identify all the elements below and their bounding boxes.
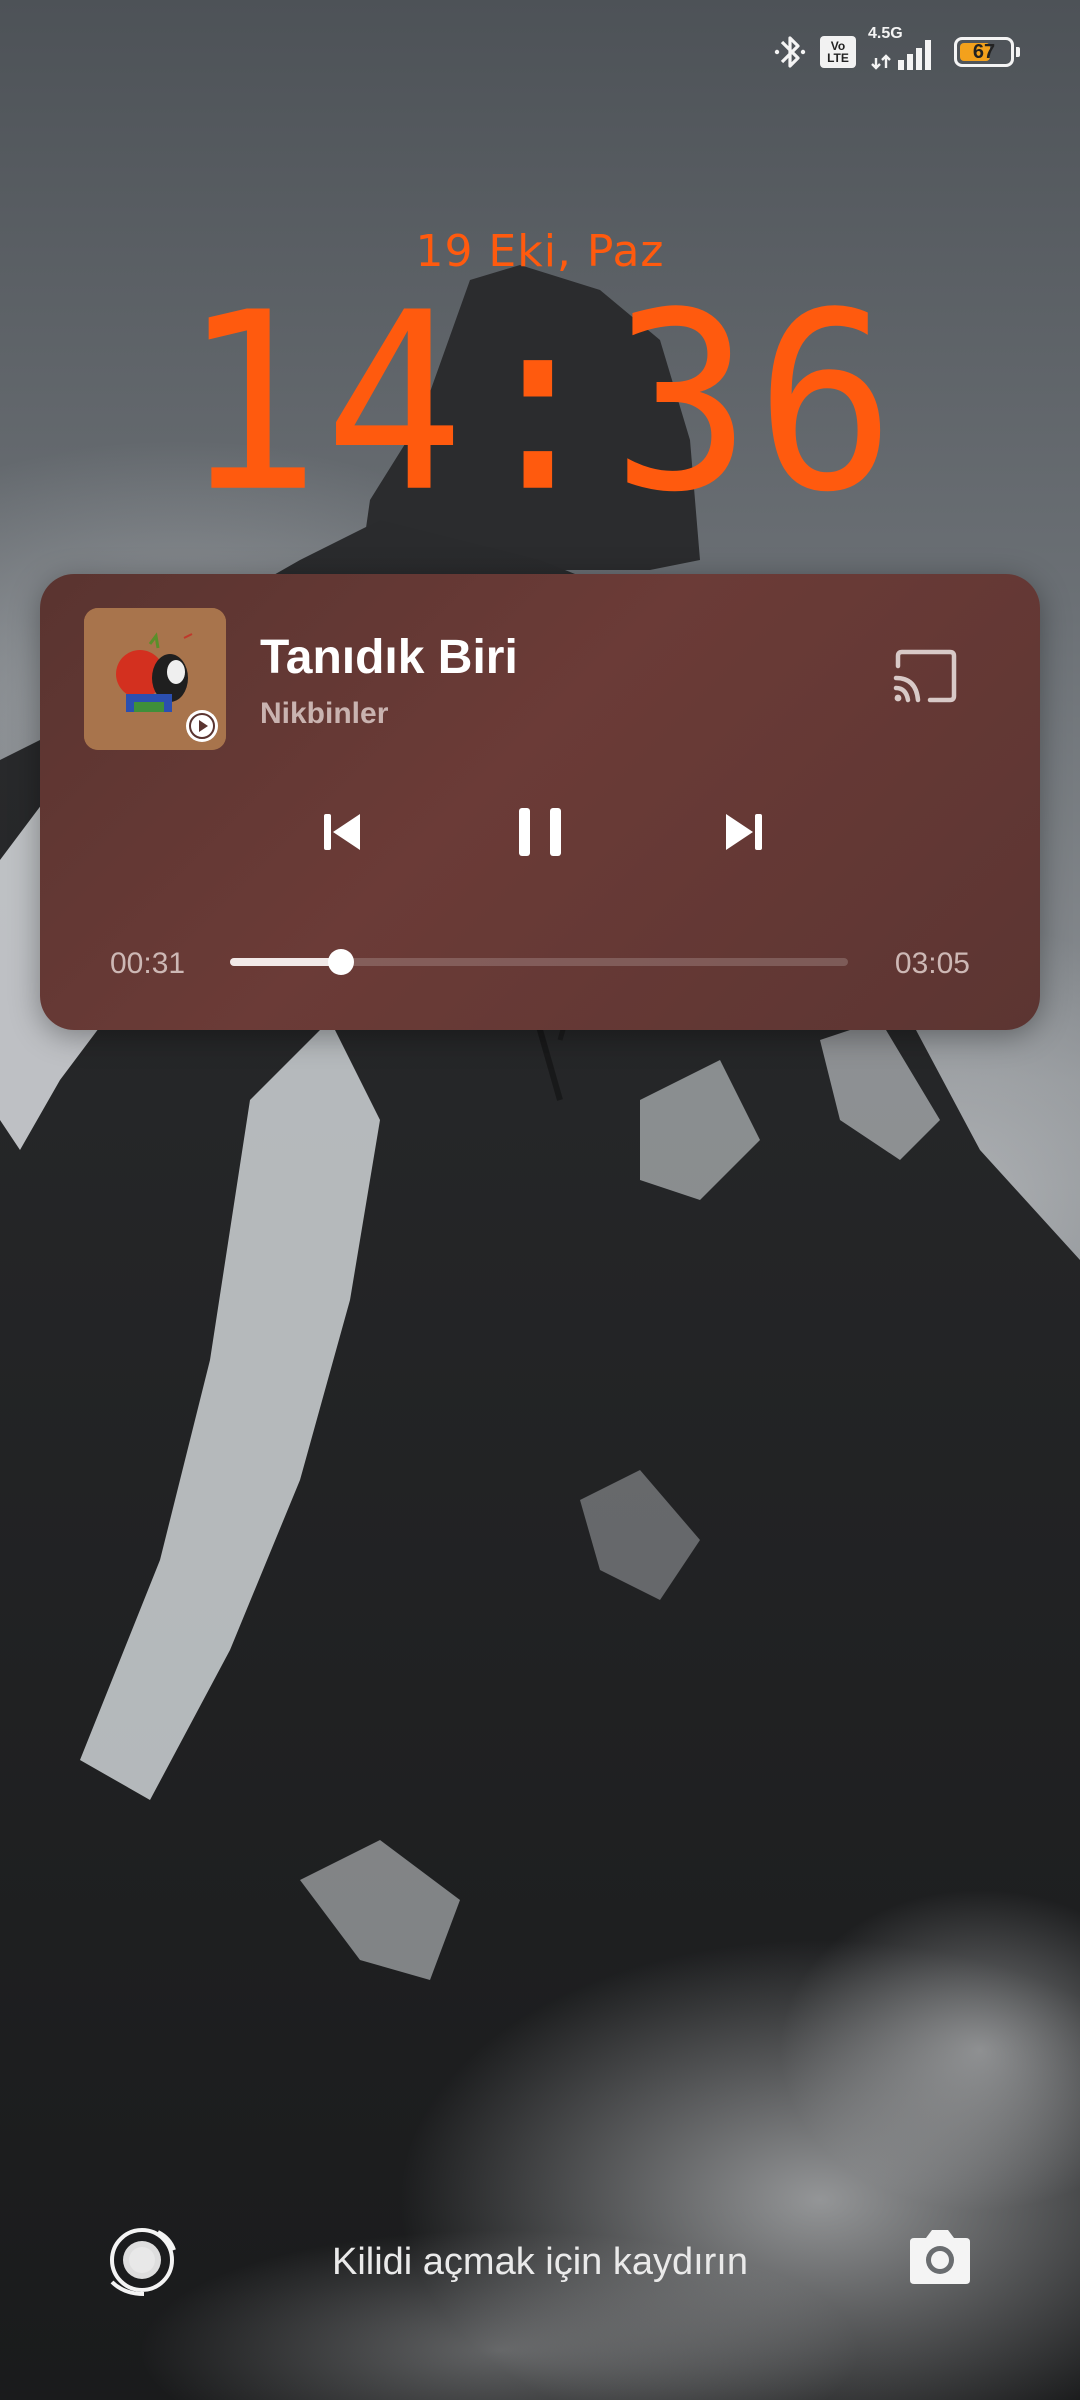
- cast-icon[interactable]: [890, 648, 960, 704]
- progress-thumb[interactable]: [328, 949, 355, 975]
- playback-controls: [40, 792, 1040, 872]
- total-duration: 03:05: [894, 947, 970, 980]
- camera-button[interactable]: [904, 2228, 976, 2288]
- media-player-card[interactable]: Tanıdık Biri Nikbinler 00:31 03:05: [40, 574, 1040, 1030]
- previous-icon: [324, 814, 360, 850]
- next-button[interactable]: [704, 792, 784, 872]
- album-play-icon: [186, 710, 218, 742]
- status-icons: Vo LTE 4.5G 67: [774, 26, 1020, 72]
- previous-button[interactable]: [302, 792, 382, 872]
- pause-icon: [519, 808, 561, 856]
- progress-bar[interactable]: [230, 949, 848, 975]
- lockscreen-bottom-bar: Kilidi açmak için kaydırın: [0, 2210, 1080, 2310]
- status-bar: Vo LTE 4.5G 67: [0, 26, 1080, 80]
- album-art[interactable]: [84, 608, 226, 750]
- bluetooth-icon: [774, 36, 806, 68]
- signal-icon: 4.5G: [868, 26, 940, 72]
- progress-played: [230, 958, 342, 966]
- volte-label-bottom: LTE: [827, 51, 849, 65]
- next-icon: [726, 814, 762, 850]
- battery-nub: [1016, 47, 1020, 57]
- battery-icon: 67: [954, 37, 1020, 67]
- battery-percent: 67: [972, 41, 996, 63]
- camera-icon: [910, 2230, 970, 2284]
- elapsed-time: 00:31: [110, 947, 186, 980]
- track-title: Tanıdık Biri: [260, 631, 518, 684]
- track-artist: Nikbinler: [260, 697, 389, 730]
- lockscreen-clock: 14:36: [180, 259, 900, 547]
- pause-button[interactable]: [500, 792, 580, 872]
- volte-icon: Vo LTE: [820, 36, 856, 68]
